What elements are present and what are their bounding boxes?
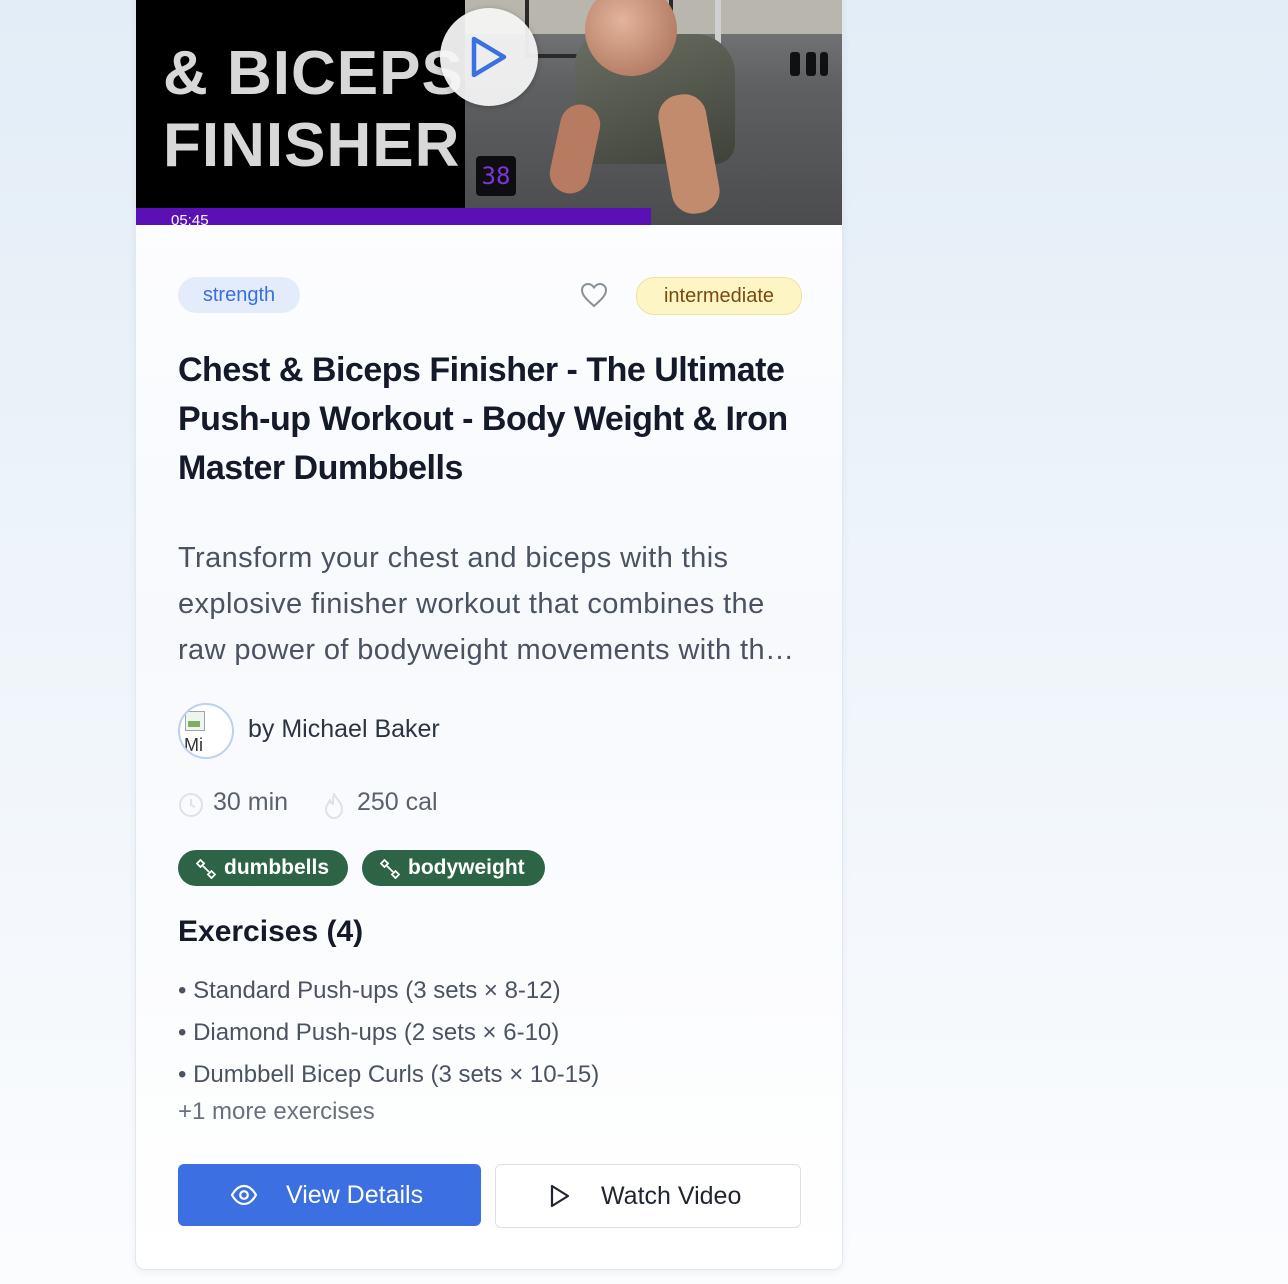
clock-icon bbox=[179, 793, 203, 817]
duration-text: 30 min bbox=[213, 788, 289, 816]
play-button[interactable] bbox=[440, 8, 538, 106]
workout-description: Transform your chest and biceps with thi… bbox=[178, 542, 782, 666]
favorite-button[interactable] bbox=[580, 282, 608, 312]
thumbnail-title-line-2: FINISHER bbox=[163, 111, 461, 180]
exercise-item: Standard Push-ups (3 sets × 8-12) bbox=[178, 970, 599, 1012]
video-progress-bar bbox=[136, 208, 652, 225]
author-name: by Michael Baker bbox=[248, 715, 440, 743]
exercise-list: Standard Push-ups (3 sets × 8-12) Diamon… bbox=[178, 970, 599, 1096]
calories-text: 250 cal bbox=[357, 788, 438, 816]
equipment-tag-dumbbells: dumbbells bbox=[178, 850, 348, 886]
exercise-item: Dumbbell Bicep Curls (3 sets × 10-15) bbox=[178, 1054, 599, 1096]
broken-image-icon bbox=[185, 711, 205, 731]
equipment-label: dumbbells bbox=[224, 856, 330, 879]
more-exercises-text: +1 more exercises bbox=[178, 1098, 375, 1125]
dumbbell-icon bbox=[196, 859, 216, 879]
workout-card: CHEST & BICEPS FINISHER 38 05:45 strengt… bbox=[135, 0, 843, 1270]
rep-counter: 38 bbox=[476, 156, 516, 196]
equipment-tag-bodyweight: bodyweight bbox=[362, 850, 545, 886]
video-thumbnail[interactable]: CHEST & BICEPS FINISHER 38 05:45 bbox=[136, 0, 842, 225]
category-badge: strength bbox=[178, 277, 300, 313]
eye-icon bbox=[230, 1184, 258, 1206]
dumbbell-icon bbox=[380, 859, 400, 879]
thumbnail-title-panel: CHEST & BICEPS FINISHER bbox=[136, 0, 465, 225]
exercises-heading: Exercises (4) bbox=[178, 915, 364, 948]
author-avatar: Mi bbox=[178, 703, 234, 759]
view-details-button[interactable]: View Details bbox=[178, 1164, 481, 1226]
difficulty-badge: intermediate bbox=[636, 277, 802, 315]
heart-icon bbox=[580, 282, 608, 308]
avatar-alt-text: Mi bbox=[184, 735, 203, 755]
thumbnail-title-line-1: & BICEPS bbox=[163, 39, 464, 108]
flame-icon bbox=[325, 793, 343, 819]
thumbnail-title: CHEST & BICEPS FINISHER bbox=[163, 0, 464, 182]
dumbbell-photo bbox=[790, 52, 830, 76]
video-time: 05:45 bbox=[171, 212, 209, 225]
equipment-label: bodyweight bbox=[408, 856, 525, 879]
watch-video-button[interactable]: Watch Video bbox=[495, 1164, 801, 1228]
exercise-item: Diamond Push-ups (2 sets × 6-10) bbox=[178, 1012, 599, 1054]
workout-title[interactable]: Chest & Biceps Finisher - The Ultimate P… bbox=[178, 346, 818, 493]
view-details-label: View Details bbox=[286, 1181, 424, 1209]
play-icon bbox=[471, 36, 507, 78]
watch-video-label: Watch Video bbox=[601, 1182, 742, 1210]
play-icon bbox=[550, 1184, 570, 1208]
